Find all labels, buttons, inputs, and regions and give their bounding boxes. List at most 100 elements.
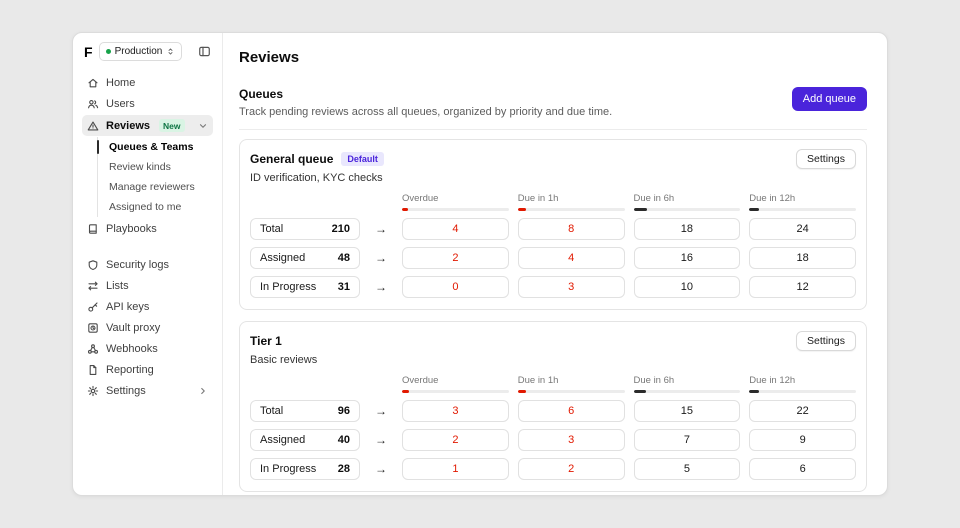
value-cell[interactable]: 9 xyxy=(749,429,856,451)
value-cell[interactable]: 6 xyxy=(749,458,856,480)
value-cell[interactable]: 24 xyxy=(749,218,856,240)
chevron-right-icon xyxy=(198,386,208,396)
environment-selector[interactable]: Production xyxy=(99,42,183,61)
column-progress-bar xyxy=(518,390,625,393)
queues-subtitle: Track pending reviews across all queues,… xyxy=(239,106,612,118)
sidebar-subitem-queues-teams[interactable]: Queues & Teams xyxy=(107,137,213,157)
row-label: Assigned xyxy=(260,252,305,264)
value-cell[interactable]: 1 xyxy=(402,458,509,480)
value-cell[interactable]: 0 xyxy=(402,276,509,298)
arrow-right-icon: → xyxy=(369,404,393,418)
sidebar-item-playbooks[interactable]: Playbooks xyxy=(82,219,213,239)
column-header-overdue: Overdue xyxy=(402,375,509,393)
value-cell[interactable]: 2 xyxy=(402,247,509,269)
environment-label: Production xyxy=(115,46,163,57)
column-label: Overdue xyxy=(402,375,509,386)
sidebar-item-lists[interactable]: Lists xyxy=(82,276,213,296)
add-queue-button[interactable]: Add queue xyxy=(792,87,867,111)
column-progress-fill xyxy=(634,390,647,393)
main-content: Reviews Queues Track pending reviews acr… xyxy=(223,33,887,495)
sidebar-item-users[interactable]: Users xyxy=(82,94,213,114)
sidebar-item-reviews[interactable]: Reviews New xyxy=(82,115,213,136)
column-label: Due in 12h xyxy=(749,375,856,386)
column-progress-bar xyxy=(402,390,509,393)
value-cell[interactable]: 15 xyxy=(634,400,741,422)
queue-columns-header: OverdueDue in 1hDue in 6hDue in 12h xyxy=(250,193,856,211)
value-cell[interactable]: 22 xyxy=(749,400,856,422)
column-progress-fill xyxy=(634,208,648,211)
new-badge: New xyxy=(159,119,184,132)
value-cell[interactable]: 2 xyxy=(402,429,509,451)
queues-section-titles: Queues Track pending reviews across all … xyxy=(239,87,612,118)
value-cell[interactable]: 4 xyxy=(518,247,625,269)
column-header-overdue: Overdue xyxy=(402,193,509,211)
value-cell[interactable]: 3 xyxy=(518,276,625,298)
value-cell[interactable]: 18 xyxy=(634,218,741,240)
value-cell[interactable]: 10 xyxy=(634,276,741,298)
sidebar-subitem-manage-reviewers[interactable]: Manage reviewers xyxy=(107,177,213,197)
sidebar-item-api-keys[interactable]: API keys xyxy=(82,297,213,317)
sidebar-item-label: Webhooks xyxy=(106,343,158,355)
sidebar-item-settings[interactable]: Settings xyxy=(82,381,213,401)
sidebar-subitem-review-kinds[interactable]: Review kinds xyxy=(107,157,213,177)
queue-row-total: Total96→361522 xyxy=(250,400,856,422)
sidebar-item-label: Reporting xyxy=(106,364,154,376)
sidebar-toggle-button[interactable] xyxy=(196,43,213,60)
vault-icon xyxy=(87,322,99,334)
column-progress-fill xyxy=(749,390,759,393)
sidebar-item-home[interactable]: Home xyxy=(82,73,213,93)
shield-icon xyxy=(87,259,99,271)
queues-heading: Queues xyxy=(239,87,612,101)
row-label: Total xyxy=(260,405,283,417)
queue-title: General queue xyxy=(250,152,333,166)
sidebar-nav: Home Users Reviews New Queues & TeamsReview … xyxy=(82,73,213,401)
column-progress-fill xyxy=(518,390,527,393)
arrow-right-icon: → xyxy=(369,251,393,265)
sidebar: F Production Home Users Reviews New Queues &… xyxy=(73,33,223,495)
row-label: In Progress xyxy=(260,281,316,293)
queue-card-header: General queueDefaultSettings xyxy=(250,149,856,169)
warning-triangle-icon xyxy=(87,120,99,132)
queues-list: General queueDefaultSettingsID verificat… xyxy=(239,139,867,495)
queues-section-header: Queues Track pending reviews across all … xyxy=(239,87,867,118)
sidebar-item-label: Reviews xyxy=(106,120,150,132)
section-divider xyxy=(239,129,867,130)
column-header-due-in-6h: Due in 6h xyxy=(634,375,741,393)
value-cell[interactable]: 18 xyxy=(749,247,856,269)
sidebar-item-label: Home xyxy=(106,77,135,89)
row-label: In Progress xyxy=(260,463,316,475)
value-cell[interactable]: 4 xyxy=(402,218,509,240)
column-progress-fill xyxy=(749,208,759,211)
queue-row-assigned: Assigned48→241618 xyxy=(250,247,856,269)
queue-columns-header: OverdueDue in 1hDue in 6hDue in 12h xyxy=(250,375,856,393)
column-progress-bar xyxy=(402,208,509,211)
list-icon xyxy=(87,280,99,292)
sidebar-item-vault-proxy[interactable]: Vault proxy xyxy=(82,318,213,338)
app-logo: F xyxy=(82,44,95,60)
value-cell[interactable]: 6 xyxy=(518,400,625,422)
column-label: Overdue xyxy=(402,193,509,204)
settings-button[interactable]: Settings xyxy=(796,331,856,351)
value-cell[interactable]: 16 xyxy=(634,247,741,269)
row-label-cell: In Progress31 xyxy=(250,276,360,298)
sidebar-item-security-logs[interactable]: Security logs xyxy=(82,255,213,275)
value-cell[interactable]: 3 xyxy=(518,429,625,451)
settings-button[interactable]: Settings xyxy=(796,149,856,169)
column-progress-bar xyxy=(634,208,741,211)
arrow-right-icon: → xyxy=(369,462,393,476)
value-cell[interactable]: 12 xyxy=(749,276,856,298)
queue-row-assigned: Assigned40→2379 xyxy=(250,429,856,451)
value-cell[interactable]: 8 xyxy=(518,218,625,240)
nav-gap xyxy=(82,240,213,254)
value-cell[interactable]: 2 xyxy=(518,458,625,480)
value-cell[interactable]: 3 xyxy=(402,400,509,422)
sidebar-subitem-assigned-to-me[interactable]: Assigned to me xyxy=(107,197,213,217)
value-cell[interactable]: 7 xyxy=(634,429,741,451)
row-label: Total xyxy=(260,223,283,235)
arrow-right-icon: → xyxy=(369,222,393,236)
column-progress-bar xyxy=(749,390,856,393)
sidebar-item-webhooks[interactable]: Webhooks xyxy=(82,339,213,359)
sidebar-item-reporting[interactable]: Reporting xyxy=(82,360,213,380)
sidebar-item-label: Users xyxy=(106,98,135,110)
value-cell[interactable]: 5 xyxy=(634,458,741,480)
